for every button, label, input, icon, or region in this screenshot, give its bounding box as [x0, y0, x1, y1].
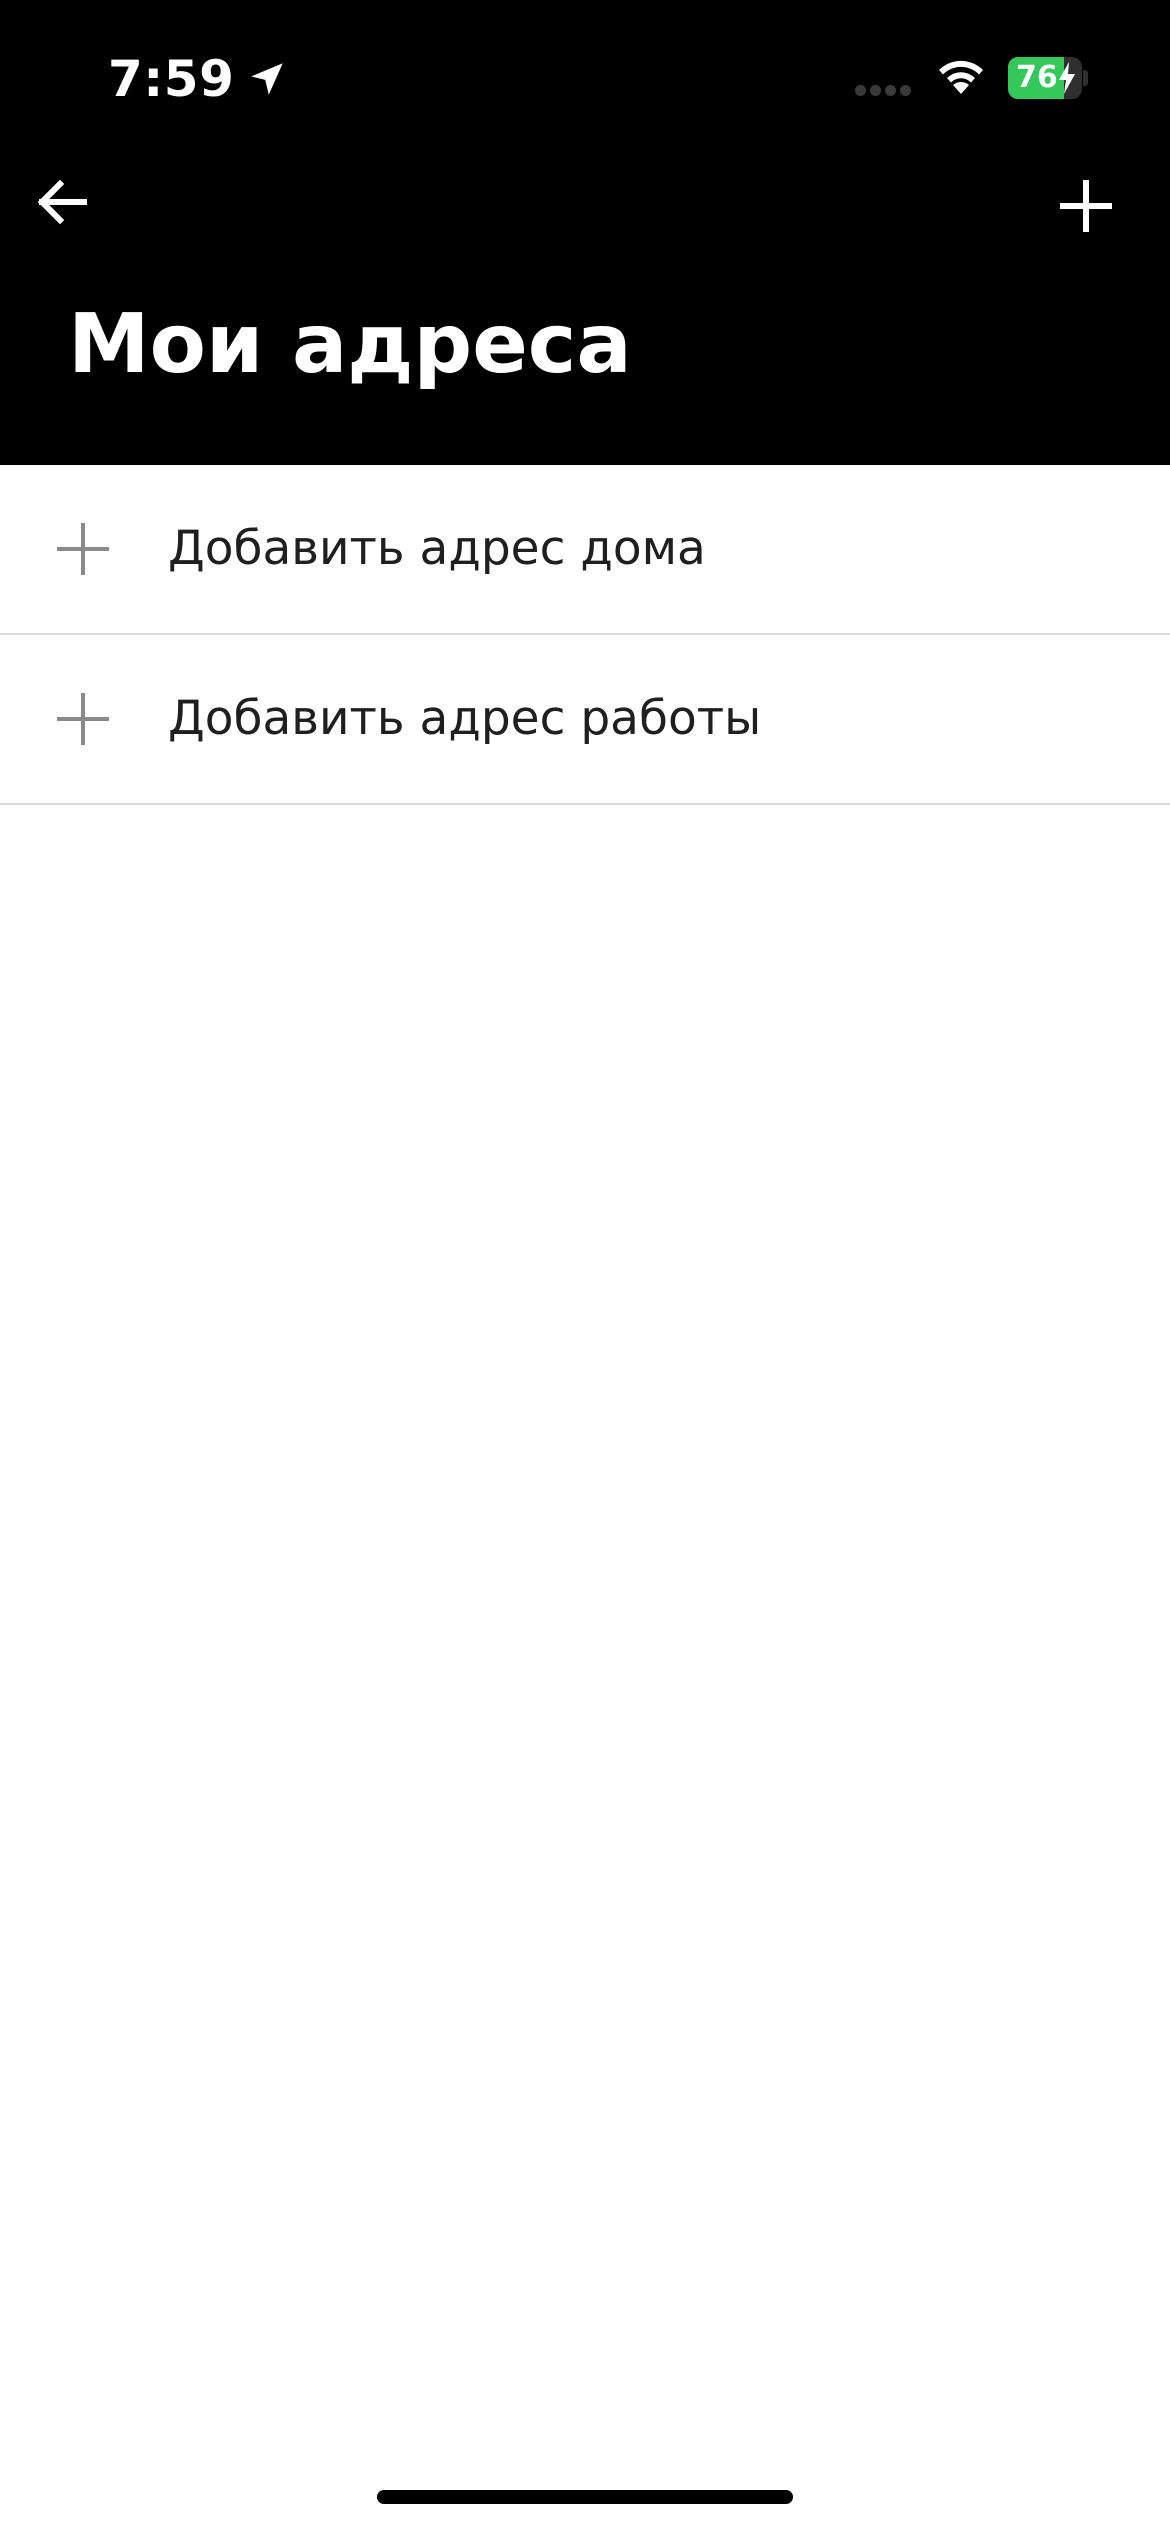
add-work-address-label: Добавить адрес работы: [168, 691, 762, 746]
add-address-button[interactable]: [1044, 164, 1128, 248]
status-bar-time: 7:59: [108, 44, 288, 114]
address-list: Добавить адрес дома Добавить адрес работ…: [0, 465, 1170, 805]
add-home-address-label: Добавить адрес дома: [168, 521, 706, 576]
add-work-address-item[interactable]: Добавить адрес работы: [0, 635, 1170, 805]
charging-bolt-icon: [1059, 62, 1075, 94]
header: 7:59 76 Мои адреса: [0, 0, 1170, 465]
page-title: Мои адреса: [68, 297, 632, 392]
screen: 7:59 76 Мои адреса Добавить адрес дома Д…: [0, 0, 1170, 2532]
battery-icon: 76: [1008, 57, 1082, 99]
arrow-left-icon: [37, 179, 87, 225]
wifi-icon: [939, 60, 983, 94]
status-time-text: 7:59: [108, 50, 235, 108]
cellular-signal-icon: [855, 83, 915, 97]
plus-icon: [1060, 180, 1112, 232]
battery-cap: [1083, 70, 1088, 86]
add-home-address-item[interactable]: Добавить адрес дома: [0, 465, 1170, 635]
home-indicator[interactable]: [377, 2490, 793, 2504]
plus-icon: [57, 693, 109, 745]
back-button[interactable]: [22, 162, 102, 242]
location-arrow-icon: [251, 63, 284, 95]
battery-level: 76: [1016, 60, 1058, 95]
plus-icon: [57, 523, 109, 575]
